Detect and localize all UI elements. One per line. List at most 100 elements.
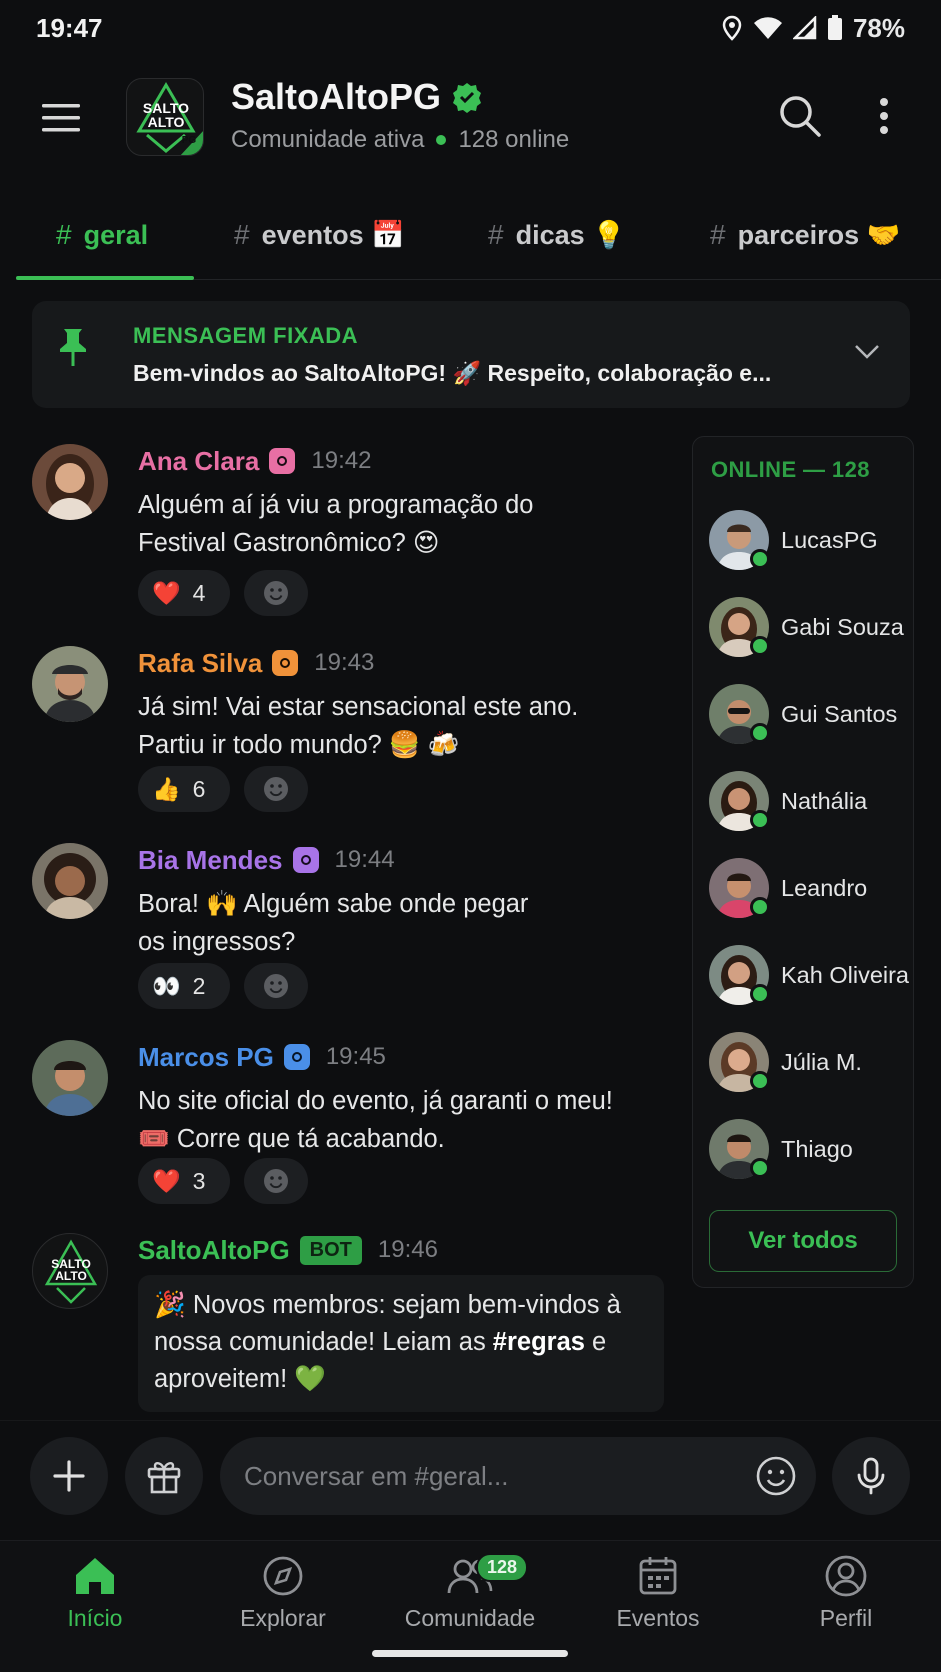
avatar [709,771,770,831]
hamburger-icon [42,104,80,132]
search-button[interactable] [776,92,824,140]
online-user[interactable]: Nathália [709,770,909,832]
calendar-icon [639,1557,677,1595]
avatar [709,1032,770,1092]
community-logo[interactable]: SALTO ALTO PG [126,78,204,156]
home-indicator[interactable] [372,1650,568,1657]
reaction-chip[interactable]: 👀 2 [138,963,230,1009]
add-attachment-button[interactable] [30,1437,108,1515]
voice-message-button[interactable] [832,1437,910,1515]
add-reaction-button[interactable] [244,1158,308,1204]
bot-avatar[interactable]: SALTO ALTO [32,1233,108,1309]
community-name: SaltoAltoPG [231,76,442,117]
message-input-container [220,1437,816,1515]
avatar [709,684,770,744]
author-name[interactable]: Bia Mendes [138,845,283,876]
avatar [709,945,770,1005]
reaction-count: 6 [192,775,206,802]
author-name[interactable]: SaltoAltoPG [138,1235,290,1266]
community-status: Comunidade ativa 128 online [231,126,569,154]
online-user[interactable]: Thiago [709,1118,909,1180]
nav-perfil[interactable]: Perfil [766,1553,926,1653]
avatar[interactable] [32,843,108,919]
signal-icon [792,16,817,40]
active-tab-indicator [16,276,194,280]
add-reaction-button[interactable] [244,570,308,616]
see-all-button[interactable]: Ver todos [709,1210,897,1272]
status-bar: 19:47 78% [0,0,941,56]
channel-link[interactable]: #regras [493,1328,585,1356]
gift-button[interactable] [125,1437,203,1515]
online-status-dot [750,897,770,917]
message-header: Marcos PG 19:45 [138,1040,386,1074]
reactions: ❤️ 4 [138,570,308,616]
reaction-count: 2 [192,972,206,999]
message-header: Bia Mendes 19:44 [138,843,395,877]
add-reaction-button[interactable] [244,766,308,812]
status-time: 19:47 [36,12,103,43]
nav-inicio[interactable]: Início [15,1553,175,1653]
online-user[interactable]: Júlia M. [709,1031,909,1093]
avatar[interactable] [32,444,108,520]
message-text: Bora! 🙌 Alguém sabe onde pegar os ingres… [138,885,678,961]
more-options-button[interactable] [866,92,902,140]
tab-hash: # [234,219,250,250]
message-line: os ingressos? [138,928,296,956]
tab-dicas[interactable]: # dicas 💡 [488,190,626,280]
nav-explorar[interactable]: Explorar [203,1553,363,1653]
wifi-icon [753,17,782,39]
message-line: Partiu ir todo mundo? 🍔 🍻 [138,731,460,759]
community-title: SaltoAltoPG [231,76,483,118]
community-subtitle: Comunidade ativa [231,126,425,153]
gift-icon [147,1461,181,1494]
smiley-icon [264,777,288,801]
nav-eventos[interactable]: Eventos [578,1553,738,1653]
author-name[interactable]: Ana Clara [138,446,259,477]
message-header: Rafa Silva 19:43 [138,646,374,680]
search-icon [780,96,821,137]
reaction-count: 4 [192,579,206,606]
message-item: Rafa Silva 19:43 Já sim! Vai estar sensa… [32,646,672,816]
avatar[interactable] [32,1040,108,1116]
online-user-name: LucasPG [781,526,878,553]
online-user[interactable]: Gabi Souza [709,596,909,658]
chevron-down-icon[interactable] [852,336,882,366]
online-user-name: Thiago [781,1135,853,1162]
tab-label: dicas 💡 [515,220,626,250]
pinned-message[interactable]: MENSAGEM FIXADA Bem-vindos ao SaltoAltoP… [32,301,910,408]
reaction-chip[interactable]: ❤️ 4 [138,570,230,616]
message-text: Alguém aí já viu a programação do Festiv… [138,486,678,562]
author-name[interactable]: Rafa Silva [138,648,262,679]
online-user[interactable]: Kah Oliveira [709,944,909,1006]
online-status-dot [750,549,770,569]
menu-button[interactable] [38,94,86,142]
more-vertical-icon [880,98,888,134]
reaction-chip[interactable]: ❤️ 3 [138,1158,230,1204]
tab-eventos[interactable]: # eventos 📅 [234,190,405,280]
reaction-emoji: 👀 [152,972,181,999]
pin-icon [60,329,86,366]
online-members-panel: ONLINE — 128 LucasPG Gabi Souza Gui Sant… [692,436,914,1288]
add-reaction-button[interactable] [244,963,308,1009]
message-line: Festival Gastronômico? 😍 [138,529,440,557]
message-line: Já sim! Vai estar sensacional este ano. [138,693,579,721]
verified-icon [453,83,482,113]
online-dot [436,135,447,145]
author-name[interactable]: Marcos PG [138,1042,274,1073]
bot-logo-text-2: ALTO [55,1269,87,1283]
tab-geral[interactable]: # geral [56,190,148,280]
avatar[interactable] [32,646,108,722]
online-user-name: Gui Santos [781,700,898,727]
online-user[interactable]: Leandro [709,857,909,919]
nav-comunidade[interactable]: 128 Comunidade [390,1553,550,1653]
role-badge-icon [272,650,299,676]
online-user-name: Leandro [781,874,868,901]
message-input[interactable] [244,1460,724,1492]
message-item: Marcos PG 19:45 No site oficial do event… [32,1040,672,1210]
emoji-picker-button[interactable] [754,1454,798,1498]
online-user[interactable]: LucasPG [709,509,909,571]
online-user[interactable]: Gui Santos [709,683,909,745]
tab-parceiros[interactable]: # parceiros 🤝 [710,190,900,280]
reaction-chip[interactable]: 👍 6 [138,766,230,812]
online-status-dot [750,1071,770,1091]
